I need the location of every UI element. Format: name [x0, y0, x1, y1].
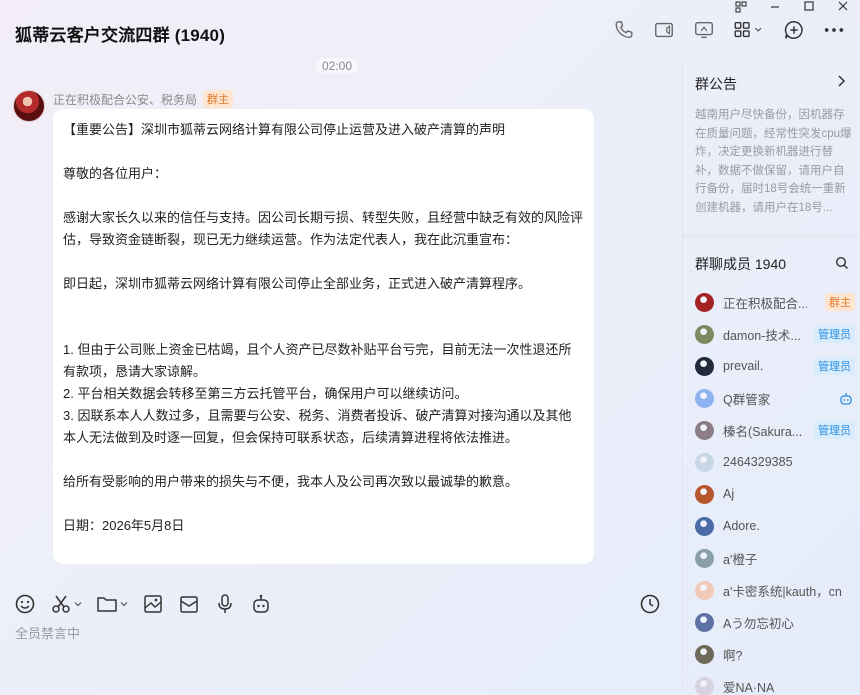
envelope-icon[interactable] [178, 593, 200, 615]
emoji-icon[interactable] [14, 593, 36, 615]
member-avatar[interactable] [695, 644, 714, 664]
member-avatar[interactable] [695, 292, 714, 312]
member-name: Q群管家 [723, 392, 771, 407]
member-row[interactable]: 榛名(Sakura... 管理员 [695, 414, 855, 446]
member-row[interactable]: Q群管家 [695, 382, 855, 414]
admin-badge: 管理员 [814, 325, 855, 343]
search-icon[interactable] [835, 256, 849, 270]
message-bubble[interactable]: 【重要公告】深圳市狐蒂云网络计算有限公司停止运营及进入破产清算的声明 尊敬的各位用… [53, 109, 594, 564]
member-row[interactable]: a'卡密系统|kauth，cn [695, 574, 855, 606]
message-blank-line [63, 493, 584, 515]
member-row[interactable]: Adore. [695, 510, 855, 542]
compose-area: 全员禁言中 [0, 584, 682, 695]
announcement-title[interactable]: 群公告 [695, 74, 737, 94]
member-row[interactable]: Aj [695, 478, 855, 510]
message-line: 即日起，深圳市狐蒂云网络计算有限公司停止全部业务，正式进入破产清算程序。 [63, 276, 532, 291]
robot-icon[interactable] [250, 593, 272, 615]
compose-toolbar [14, 593, 272, 615]
member-row[interactable]: prevail. 管理员 [695, 350, 855, 382]
panel-divider [683, 236, 860, 237]
member-name: 正在积极配合... [723, 296, 807, 311]
message-blank-line [63, 185, 584, 207]
chevron-right-icon[interactable] [834, 74, 848, 88]
add-chat-icon[interactable] [782, 18, 806, 42]
sender-name[interactable]: 正在积极配合公安、税务局 [53, 91, 197, 108]
group-title[interactable]: 狐蒂云客户交流四群 (1940) [15, 21, 225, 46]
bot-icon [840, 393, 852, 405]
member-row[interactable]: Aう勿忘初心 [695, 606, 855, 638]
member-row[interactable]: 爱NA·NA [695, 670, 855, 695]
message-line: 2. 平台相关数据会转移至第三方云托管平台，确保用户可以继续访问。 [63, 386, 468, 401]
member-name: prevail. [723, 359, 764, 373]
member-row[interactable]: 啊? [695, 638, 855, 670]
member-name: 爱NA·NA [723, 680, 775, 695]
member-row[interactable]: 正在积极配合... 群主 [695, 286, 855, 318]
member-name: a'卡密系统|kauth，cn [723, 584, 842, 599]
folder-icon[interactable] [96, 593, 128, 615]
video-call-icon[interactable] [652, 18, 676, 42]
member-avatar[interactable] [695, 676, 714, 695]
member-avatar[interactable] [695, 612, 714, 632]
screenshot-icon[interactable] [50, 593, 82, 615]
member-name: Aう勿忘初心 [723, 616, 794, 631]
apps-menu-icon[interactable] [732, 18, 766, 42]
message-line: 给所有受影响的用户带来的损失与不便，我本人及公司再次致以最诚挚的歉意。 [63, 474, 519, 489]
member-avatar[interactable] [695, 356, 714, 376]
admin-badge: 管理员 [814, 421, 855, 439]
message-line: 1. 但由于公司账上资金已枯竭，且个人资产已尽数补贴平台亏完，目前无法一次性退还… [63, 342, 572, 379]
message-line: 尊敬的各位用户： [63, 166, 168, 181]
message-blank-line [63, 317, 584, 339]
message-line: 日期：2026年5月8日 [63, 518, 185, 533]
screen-share-icon[interactable] [692, 18, 716, 42]
member-row[interactable]: damon-技术... 管理员 [695, 318, 855, 350]
muted-status: 全员禁言中 [15, 626, 81, 641]
members-title: 群聊成员 1940 [695, 256, 787, 272]
message-line: 【重要公告】深圳市狐蒂云网络计算有限公司停止运营及进入破产清算的声明 [63, 122, 506, 137]
sender-avatar[interactable] [13, 90, 45, 122]
member-avatar[interactable] [695, 324, 714, 344]
announcement-body[interactable]: 越南用户尽快备份，因机器存在质量问题，经常性突发cpu爆炸，决定更换新机器进行替… [695, 106, 853, 218]
member-name: 2464329385 [723, 455, 793, 469]
member-avatar[interactable] [695, 420, 714, 440]
member-avatar[interactable] [695, 452, 714, 472]
phone-icon[interactable] [612, 18, 636, 42]
chevron-down-icon [120, 602, 128, 607]
message-blank-line [63, 141, 584, 163]
more-icon[interactable] [822, 18, 846, 42]
member-avatar[interactable] [695, 548, 714, 568]
message-line: 3. 因联系本人人数过多，且需要与公安、税务、消费者投诉、破产清算对接沟通以及其… [63, 408, 572, 445]
history-clock-icon[interactable] [639, 593, 661, 615]
sender-line: 正在积极配合公安、税务局 群主 [53, 90, 234, 108]
message-timestamp: 02:00 [316, 58, 359, 74]
message-blank-line [63, 295, 584, 317]
member-name: 啊? [723, 648, 743, 663]
owner-badge: 群主 [825, 293, 855, 311]
member-name: a'橙子 [723, 552, 758, 567]
message-blank-line [63, 449, 584, 471]
group-info-panel: 群公告 越南用户尽快备份，因机器存在质量问题，经常性突发cpu爆炸，决定更换新机… [682, 64, 860, 695]
member-name: Aj [723, 487, 735, 501]
member-row[interactable]: 2464329385 [695, 446, 855, 478]
member-avatar[interactable] [695, 484, 714, 504]
message-line: 感谢大家长久以来的信任与支持。因公司长期亏损、转型失败，且经营中缺乏有效的风险评… [63, 210, 584, 247]
microphone-icon[interactable] [214, 593, 236, 615]
message-area[interactable]: 02:00 正在积极配合公安、税务局 群主 【重要公告】深圳市狐蒂云网络计算有限… [0, 54, 682, 584]
image-icon[interactable] [142, 593, 164, 615]
chevron-down-icon [74, 602, 82, 607]
message-blank-line [63, 251, 584, 273]
owner-badge: 群主 [203, 90, 234, 108]
member-name: damon-技术... [723, 328, 801, 343]
member-name: Adore. [723, 519, 760, 533]
member-list: 正在积极配合... 群主 damon-技术... 管理员 prevail. 管理员 Q群管家… [695, 286, 855, 695]
member-avatar[interactable] [695, 516, 714, 536]
member-name: 榛名(Sakura... [723, 424, 803, 439]
member-avatar[interactable] [695, 388, 714, 408]
header-toolbar [612, 18, 846, 42]
admin-badge: 管理员 [814, 357, 855, 375]
member-row[interactable]: a'橙子 [695, 542, 855, 574]
member-avatar[interactable] [695, 580, 714, 600]
